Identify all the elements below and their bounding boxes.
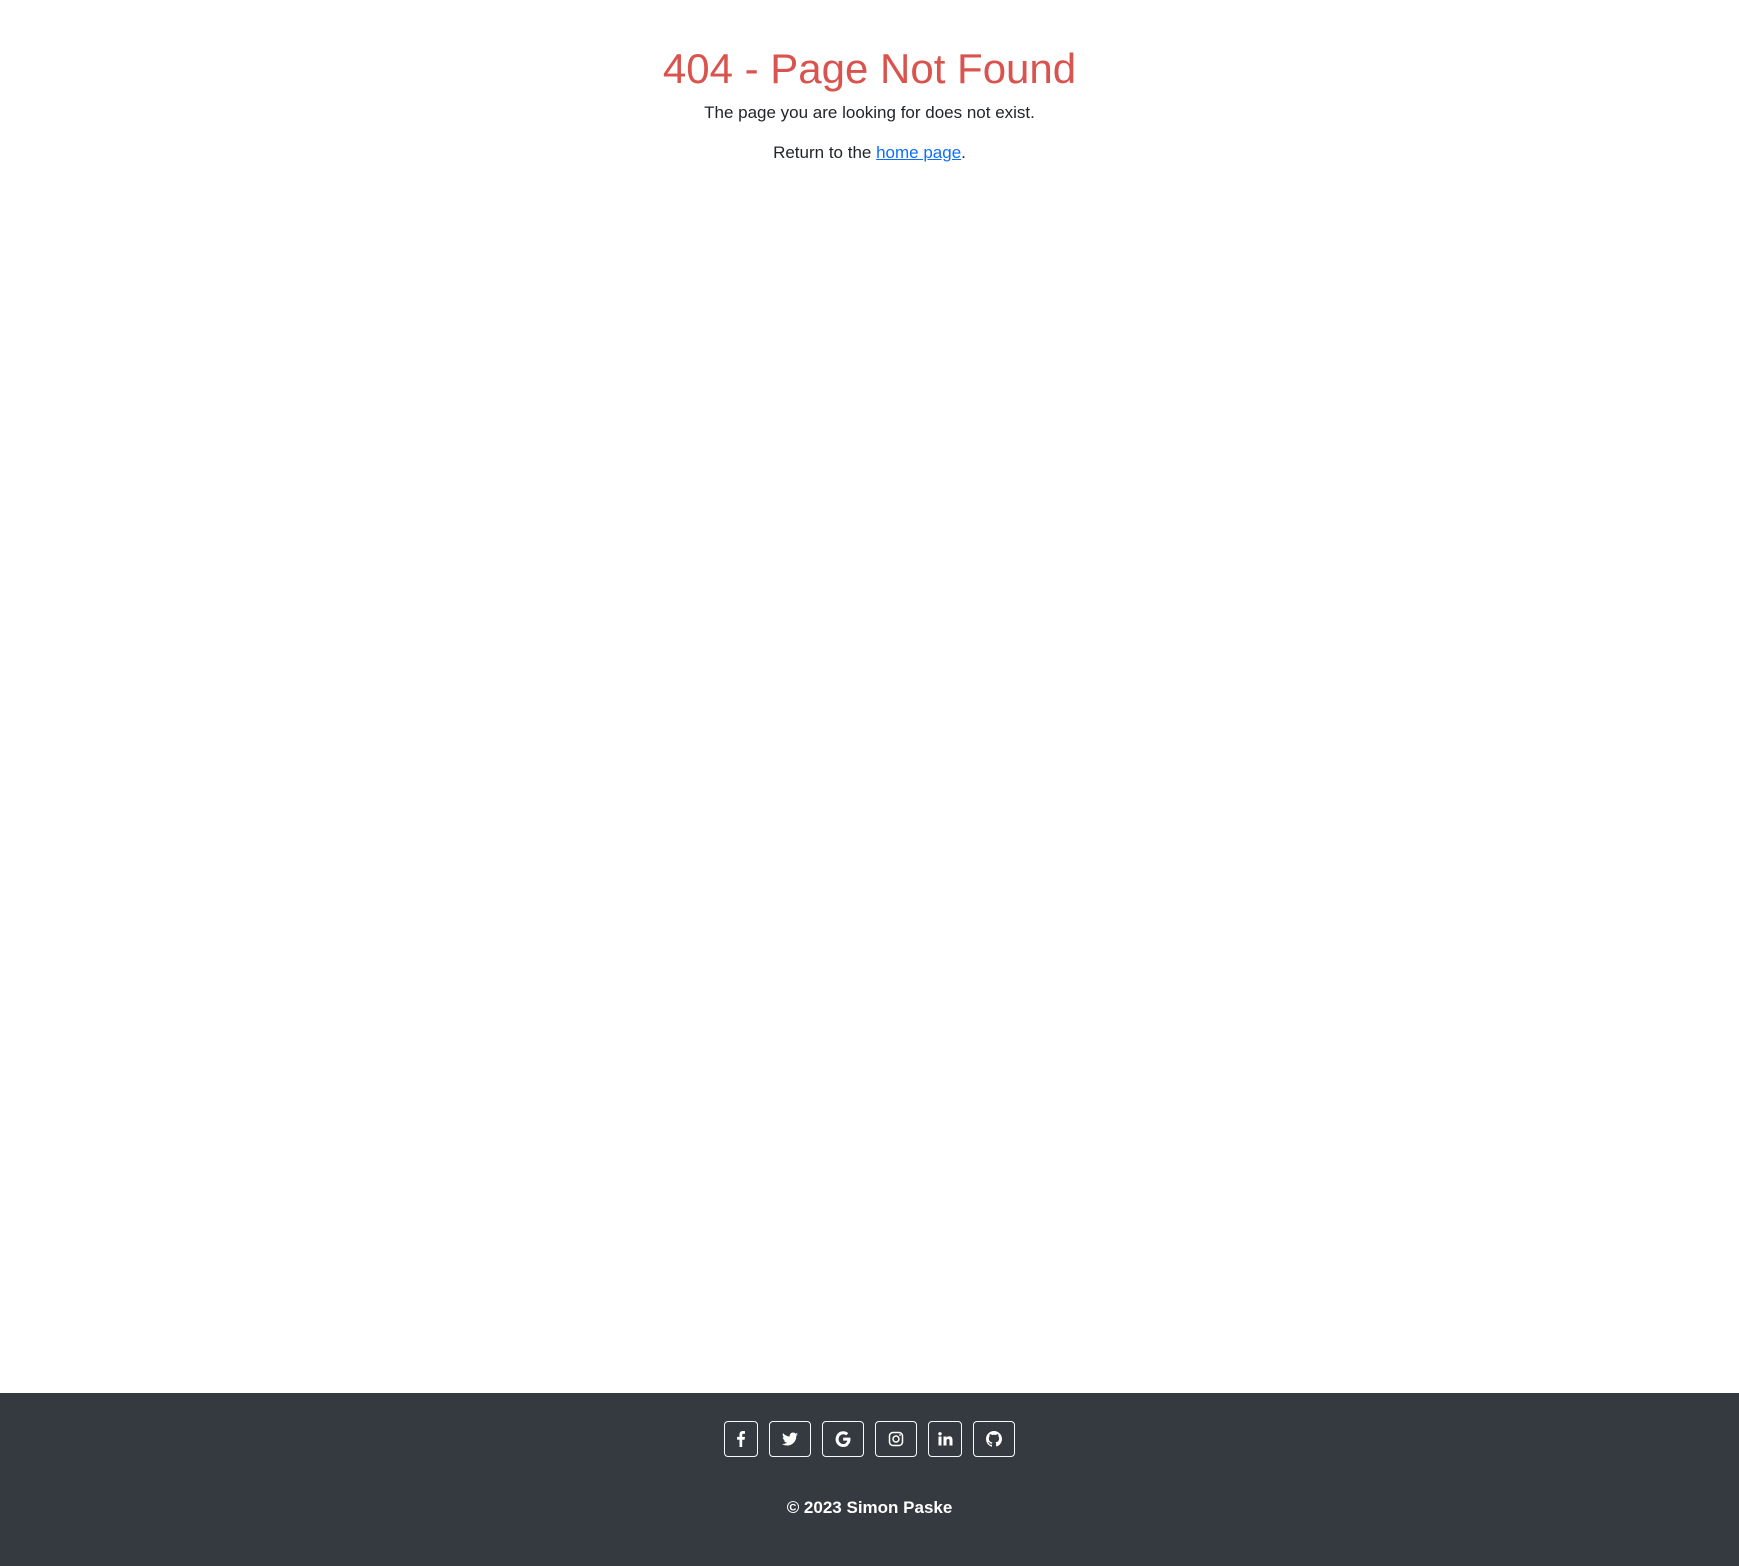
home-page-link[interactable]: home page xyxy=(876,143,961,162)
github-button[interactable] xyxy=(973,1421,1015,1457)
main-content: 404 - Page Not Found The page you are lo… xyxy=(0,0,1739,1393)
footer: © 2023 Simon Paske xyxy=(0,1393,1739,1566)
linkedin-button[interactable] xyxy=(928,1421,962,1457)
facebook-button[interactable] xyxy=(724,1421,758,1457)
linkedin-icon xyxy=(937,1431,953,1447)
twitter-icon xyxy=(782,1431,798,1447)
social-links xyxy=(0,1421,1739,1457)
error-message: The page you are looking for does not ex… xyxy=(704,103,1035,122)
page-title: 404 - Page Not Found xyxy=(662,45,1077,92)
return-prefix: Return to the xyxy=(773,143,877,162)
facebook-icon xyxy=(733,1431,749,1447)
copyright-text: © 2023 Simon Paske xyxy=(786,1498,953,1517)
return-suffix: . xyxy=(961,143,966,162)
twitter-button[interactable] xyxy=(769,1421,811,1457)
github-icon xyxy=(986,1431,1002,1447)
instagram-icon xyxy=(888,1431,904,1447)
google-button[interactable] xyxy=(822,1421,864,1457)
google-icon xyxy=(835,1431,851,1447)
instagram-button[interactable] xyxy=(875,1421,917,1457)
return-line: Return to the home page. xyxy=(0,142,1739,164)
